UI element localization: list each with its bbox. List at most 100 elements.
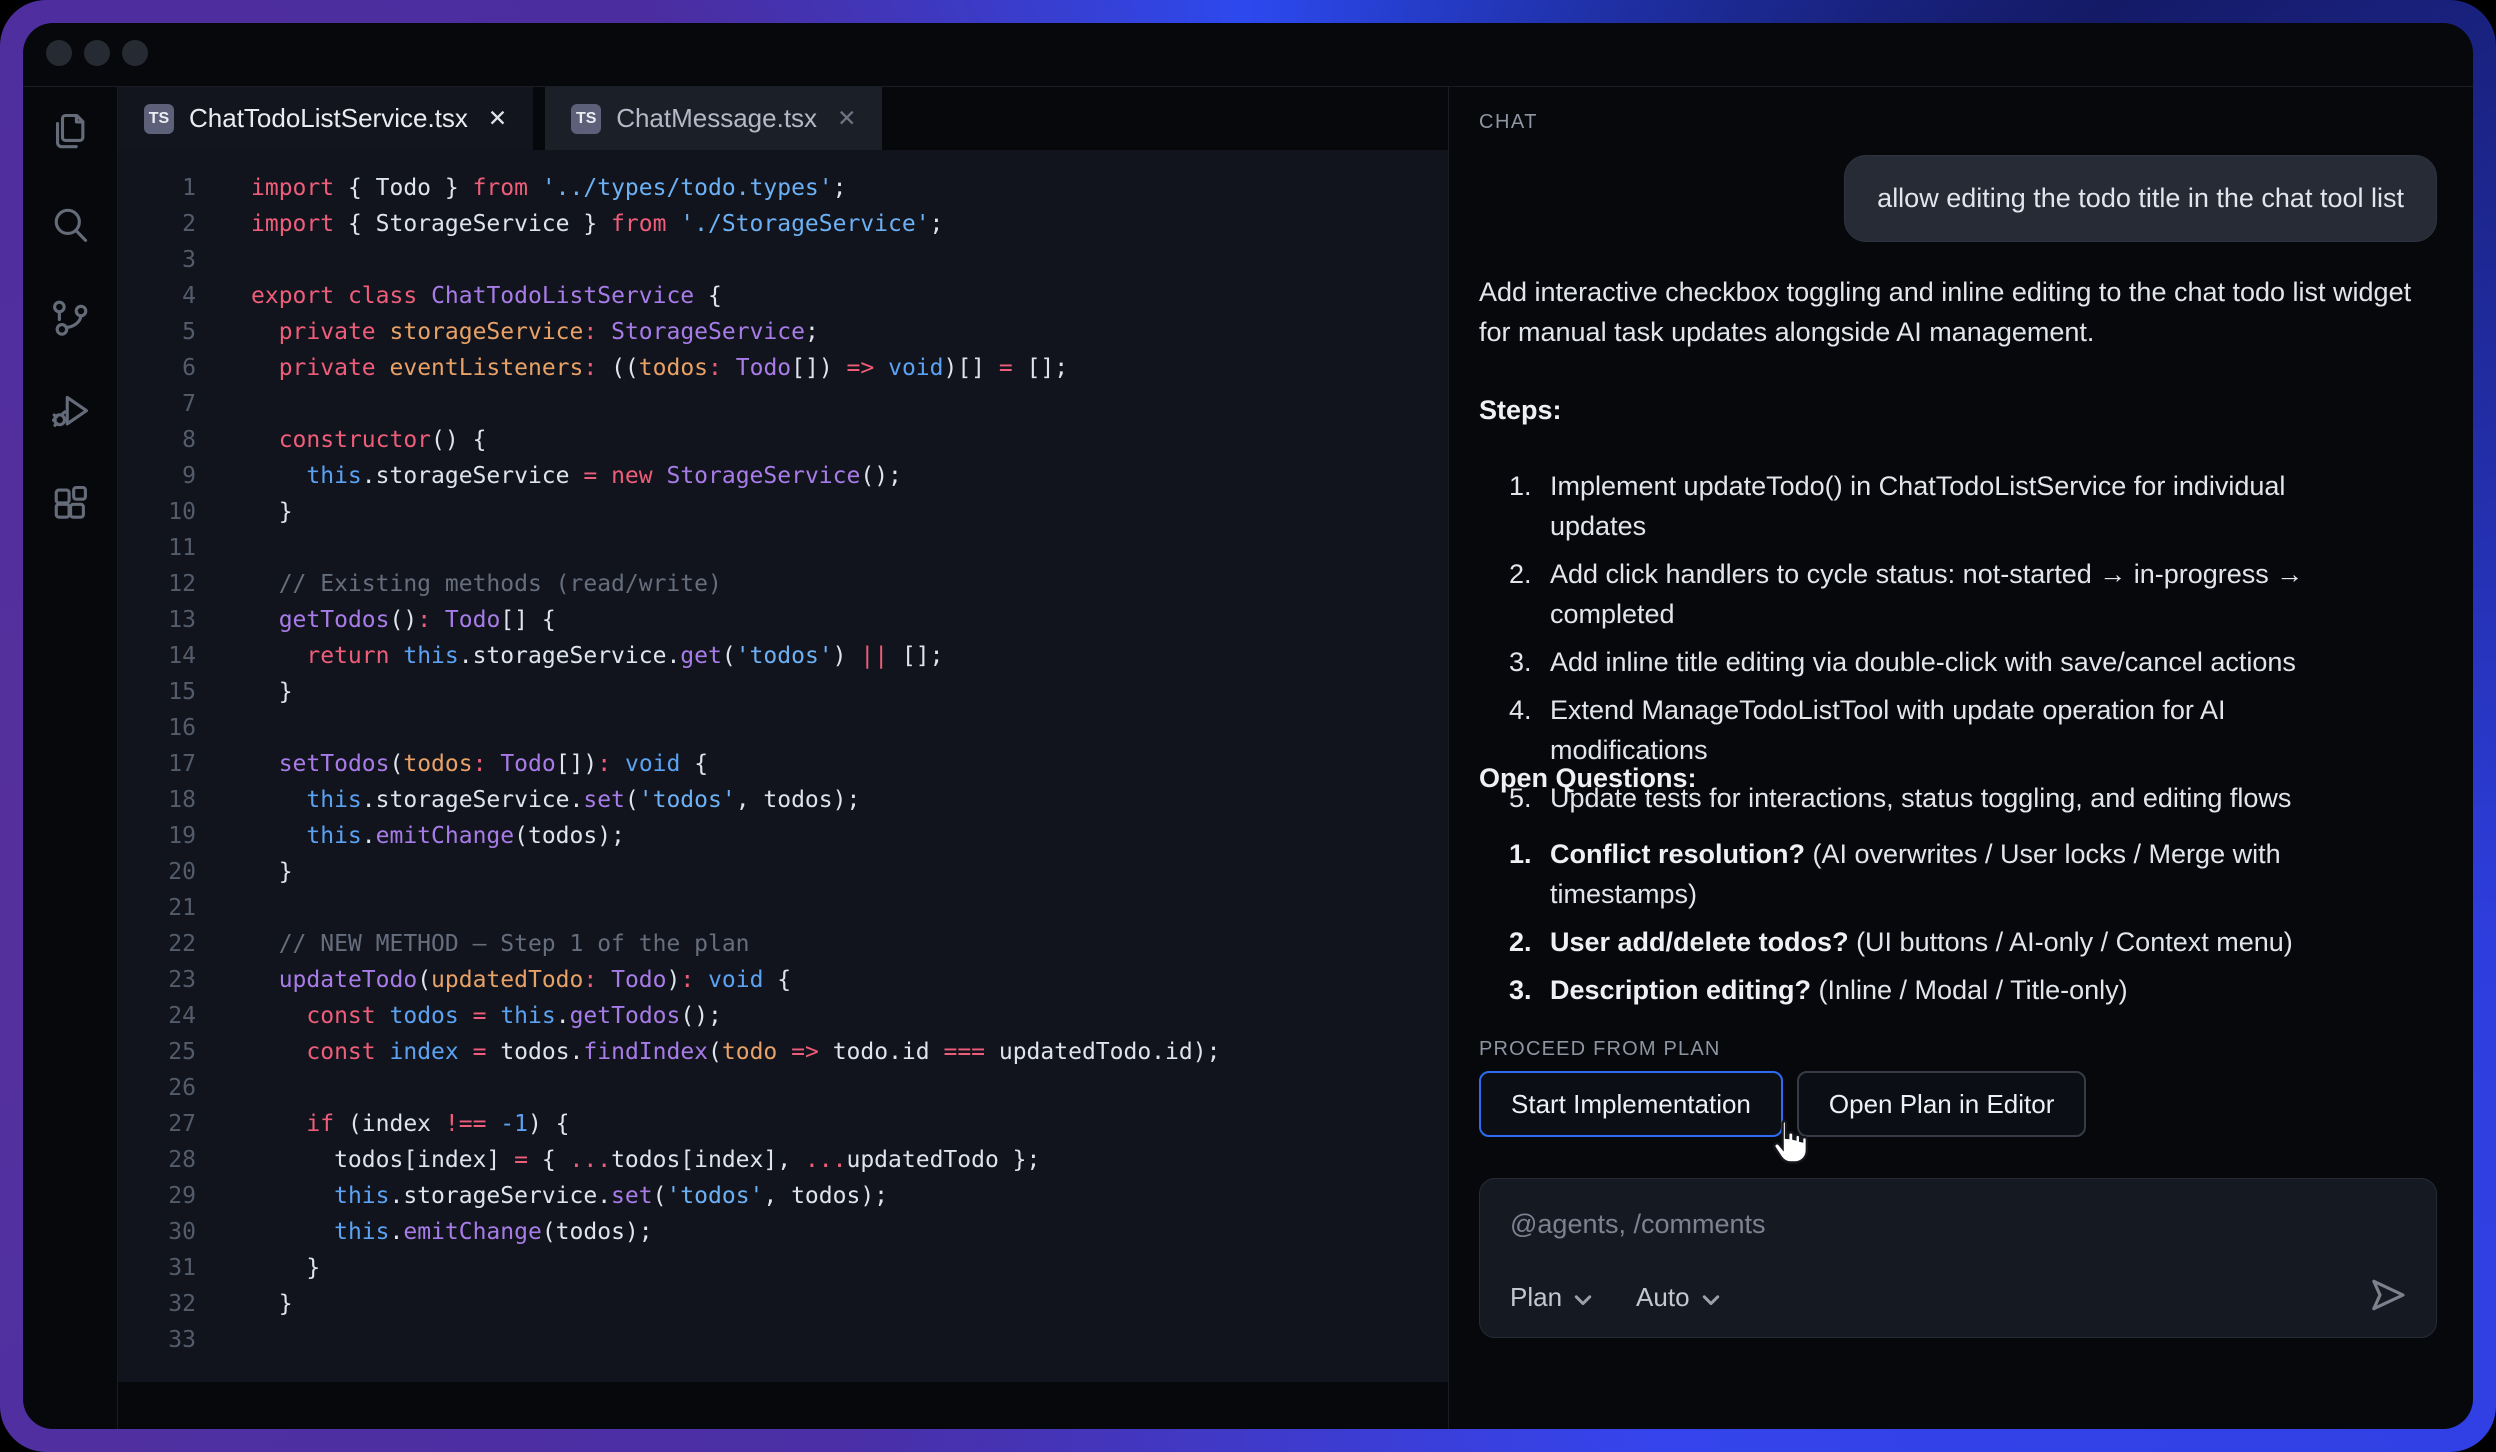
composer-placeholder: @agents, /comments xyxy=(1510,1209,1766,1240)
chat-composer[interactable]: @agents, /comments Plan Auto xyxy=(1479,1178,2437,1338)
open-question-item: 1.Conflict resolution? (AI overwrites / … xyxy=(1509,834,2369,914)
main-row: TS ChatTodoListService.tsx ✕ TS ChatMessage.… xyxy=(23,87,2473,1429)
open-plan-in-editor-button[interactable]: Open Plan in Editor xyxy=(1797,1071,2086,1137)
code-editor[interactable]: 1import { Todo } from '../types/todo.typ… xyxy=(118,150,1448,1382)
composer-controls: Plan Auto xyxy=(1510,1282,1720,1313)
line-number: 17 xyxy=(118,746,196,782)
code-line: 19 this.emitChange(todos); xyxy=(118,818,1448,854)
open-question-item: 2.User add/delete todos? (UI buttons / A… xyxy=(1509,922,2369,962)
line-number: 30 xyxy=(118,1214,196,1250)
chevron-down-icon xyxy=(1702,1282,1720,1313)
code-line: 30 this.emitChange(todos); xyxy=(118,1214,1448,1250)
tab-label: ChatTodoListService.tsx xyxy=(189,103,468,134)
chevron-down-icon xyxy=(1574,1282,1592,1313)
tab-label: ChatMessage.tsx xyxy=(616,103,817,134)
line-number: 21 xyxy=(118,890,196,926)
line-number: 23 xyxy=(118,962,196,998)
mode-dropdown[interactable]: Plan xyxy=(1510,1282,1592,1313)
close-icon[interactable]: ✕ xyxy=(488,105,507,132)
line-number: 31 xyxy=(118,1250,196,1286)
model-dropdown-label: Auto xyxy=(1636,1282,1690,1313)
code-line: 12 // Existing methods (read/write) xyxy=(118,566,1448,602)
code-line: 22 // NEW METHOD — Step 1 of the plan xyxy=(118,926,1448,962)
line-number: 25 xyxy=(118,1034,196,1070)
line-number: 29 xyxy=(118,1178,196,1214)
typescript-file-icon: TS xyxy=(571,104,601,134)
code-line: 11 xyxy=(118,530,1448,566)
line-number: 7 xyxy=(118,386,196,422)
code-line: 27 if (index !== -1) { xyxy=(118,1106,1448,1142)
editor-column: TS ChatTodoListService.tsx ✕ TS ChatMessage.… xyxy=(117,87,1448,1429)
code-line: 23 updateTodo(updatedTodo: Todo): void { xyxy=(118,962,1448,998)
code-line: 10 } xyxy=(118,494,1448,530)
line-number: 8 xyxy=(118,422,196,458)
code-line: 1import { Todo } from '../types/todo.typ… xyxy=(118,170,1448,206)
code-line: 9 this.storageService = new StorageServi… xyxy=(118,458,1448,494)
line-number: 18 xyxy=(118,782,196,818)
code-line: 6 private eventListeners: ((todos: Todo[… xyxy=(118,350,1448,386)
line-number: 14 xyxy=(118,638,196,674)
typescript-file-icon: TS xyxy=(144,104,174,134)
model-dropdown[interactable]: Auto xyxy=(1636,1282,1720,1313)
code-line: 4export class ChatTodoListService { xyxy=(118,278,1448,314)
line-number: 3 xyxy=(118,242,196,278)
line-number: 13 xyxy=(118,602,196,638)
tab-ChatTodoListService.tsx[interactable]: TS ChatTodoListService.tsx ✕ xyxy=(118,87,533,150)
line-number: 19 xyxy=(118,818,196,854)
source-control-icon[interactable] xyxy=(48,296,92,340)
code-line: 32 } xyxy=(118,1286,1448,1322)
open-questions-title: Open Questions: xyxy=(1479,763,1697,794)
code-line: 3 xyxy=(118,242,1448,278)
code-line: 14 return this.storageService.get('todos… xyxy=(118,638,1448,674)
step-item: 4.Extend ManageTodoListTool with update … xyxy=(1509,690,2369,770)
titlebar xyxy=(23,23,2473,87)
code-line: 15 } xyxy=(118,674,1448,710)
traffic-light-close[interactable] xyxy=(46,40,72,66)
code-line: 2import { StorageService } from './Stora… xyxy=(118,206,1448,242)
traffic-light-zoom[interactable] xyxy=(122,40,148,66)
step-item: 1.Implement updateTodo() in ChatTodoList… xyxy=(1509,466,2369,546)
step-item: 3.Add inline title editing via double-cl… xyxy=(1509,642,2369,682)
code-line: 5 private storageService: StorageService… xyxy=(118,314,1448,350)
run-debug-icon[interactable] xyxy=(48,389,92,433)
line-number: 32 xyxy=(118,1286,196,1322)
mode-dropdown-label: Plan xyxy=(1510,1282,1562,1313)
code-line: 16 xyxy=(118,710,1448,746)
code-line: 20 } xyxy=(118,854,1448,890)
line-number: 6 xyxy=(118,350,196,386)
files-icon[interactable] xyxy=(48,110,92,154)
line-number: 10 xyxy=(118,494,196,530)
app-window: TS ChatTodoListService.tsx ✕ TS ChatMessage.… xyxy=(23,23,2473,1429)
line-number: 22 xyxy=(118,926,196,962)
line-number: 28 xyxy=(118,1142,196,1178)
plan-action-buttons: Start Implementation Open Plan in Editor xyxy=(1479,1071,2086,1137)
activity-bar xyxy=(23,87,117,1429)
tab-bar: TS ChatTodoListService.tsx ✕ TS ChatMessage.… xyxy=(118,87,1448,150)
line-number: 4 xyxy=(118,278,196,314)
code-line: 26 xyxy=(118,1070,1448,1106)
search-icon[interactable] xyxy=(48,203,92,247)
line-number: 20 xyxy=(118,854,196,890)
code-line: 18 this.storageService.set('todos', todo… xyxy=(118,782,1448,818)
steps-title: Steps: xyxy=(1479,395,1562,426)
code-line: 13 getTodos(): Todo[] { xyxy=(118,602,1448,638)
start-implementation-button[interactable]: Start Implementation xyxy=(1479,1071,1783,1137)
code-line: 33 xyxy=(118,1322,1448,1358)
traffic-light-minimize[interactable] xyxy=(84,40,110,66)
extensions-icon[interactable] xyxy=(48,482,92,526)
code-line: 8 constructor() { xyxy=(118,422,1448,458)
step-item: 2.Add click handlers to cycle status: no… xyxy=(1509,554,2369,634)
line-number: 5 xyxy=(118,314,196,350)
code-line: 21 xyxy=(118,890,1448,926)
assistant-intro: Add interactive checkbox toggling and in… xyxy=(1479,272,2419,352)
code-line: 17 setTodos(todos: Todo[]): void { xyxy=(118,746,1448,782)
send-icon[interactable] xyxy=(2368,1275,2408,1315)
line-number: 15 xyxy=(118,674,196,710)
line-number: 33 xyxy=(118,1322,196,1358)
chat-panel-title: CHAT xyxy=(1479,111,1538,134)
line-number: 11 xyxy=(118,530,196,566)
line-number: 16 xyxy=(118,710,196,746)
window-frame: TS ChatTodoListService.tsx ✕ TS ChatMessage.… xyxy=(0,0,2496,1452)
close-icon[interactable]: ✕ xyxy=(837,105,856,132)
tab-ChatMessage.tsx[interactable]: TS ChatMessage.tsx ✕ xyxy=(545,87,882,150)
